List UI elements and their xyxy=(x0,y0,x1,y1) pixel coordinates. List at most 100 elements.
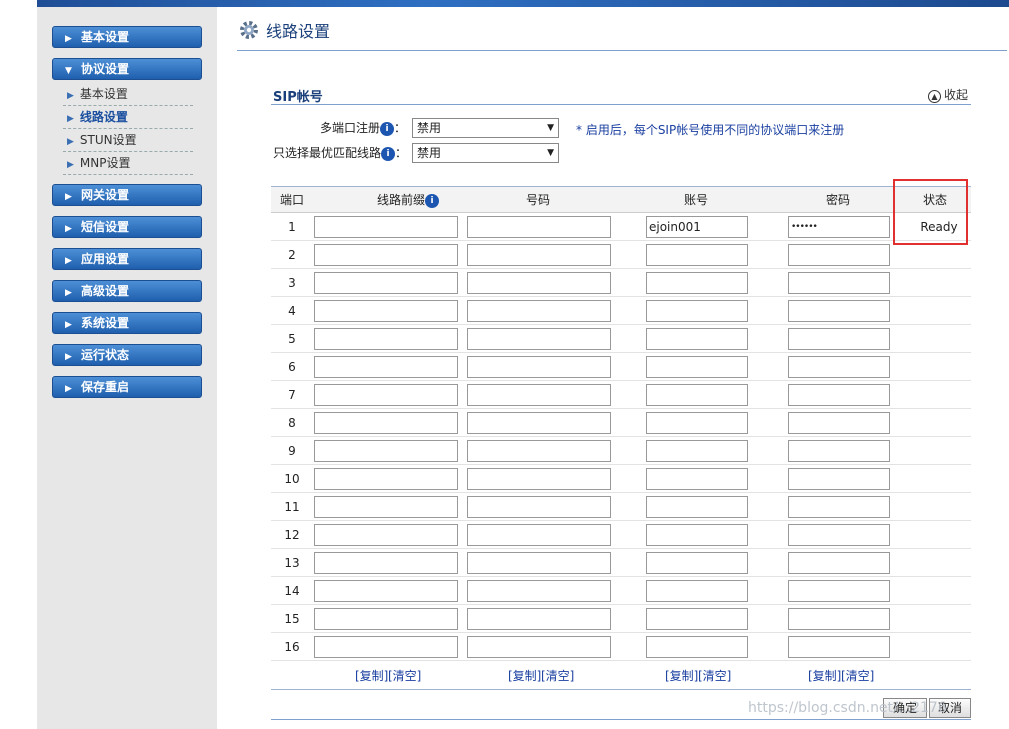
clear-number-link[interactable]: [清空] xyxy=(541,667,574,684)
nav-advanced-settings[interactable]: ▶ 高级设置 xyxy=(52,280,202,302)
number-input[interactable] xyxy=(467,552,611,574)
number-input[interactable] xyxy=(467,496,611,518)
account-input[interactable] xyxy=(646,552,748,574)
number-input[interactable] xyxy=(467,244,611,266)
prefix-input[interactable] xyxy=(314,524,458,546)
prefix-input[interactable] xyxy=(314,244,458,266)
sidebar: ▶ 基本设置 ▼ 协议设置 ▶ 基本设置 ▶ 线路设置 ▶ STUN设置 ▶ MNP设置 ▶… xyxy=(37,7,217,729)
account-input[interactable] xyxy=(646,328,748,350)
prefix-input[interactable] xyxy=(314,440,458,462)
prefix-input[interactable] xyxy=(314,216,458,238)
protocol-submenu: ▶ 基本设置 ▶ 线路设置 ▶ STUN设置 ▶ MNP设置 xyxy=(63,83,193,175)
password-input[interactable] xyxy=(788,412,890,434)
number-input[interactable] xyxy=(467,524,611,546)
clear-password-link[interactable]: [清空] xyxy=(841,667,874,684)
account-input[interactable] xyxy=(646,356,748,378)
prefix-input[interactable] xyxy=(314,384,458,406)
number-input[interactable] xyxy=(467,216,611,238)
copy-account-link[interactable]: [复制] xyxy=(665,667,698,684)
password-input[interactable] xyxy=(788,580,890,602)
password-input[interactable] xyxy=(788,356,890,378)
password-input[interactable] xyxy=(788,440,890,462)
number-input[interactable] xyxy=(467,440,611,462)
account-input[interactable] xyxy=(646,636,748,658)
password-input[interactable] xyxy=(788,636,890,658)
number-input[interactable] xyxy=(467,468,611,490)
account-input[interactable] xyxy=(646,580,748,602)
nav-gateway-settings[interactable]: ▶ 网关设置 xyxy=(52,184,202,206)
prefix-input[interactable] xyxy=(314,552,458,574)
status-cell xyxy=(899,297,979,324)
status-cell xyxy=(899,241,979,268)
clear-prefix-link[interactable]: [清空] xyxy=(388,667,421,684)
info-icon[interactable]: i xyxy=(380,122,395,136)
password-input[interactable]: •••••• xyxy=(788,216,890,238)
password-input[interactable] xyxy=(788,524,890,546)
account-input[interactable] xyxy=(646,384,748,406)
subnav-stun-settings[interactable]: ▶ STUN设置 xyxy=(63,129,193,152)
number-input[interactable] xyxy=(467,384,611,406)
table-row: 3 xyxy=(271,269,971,297)
prefix-input[interactable] xyxy=(314,412,458,434)
account-input[interactable] xyxy=(646,244,748,266)
clear-account-link[interactable]: [清空] xyxy=(698,667,731,684)
prefix-input[interactable] xyxy=(314,356,458,378)
password-input[interactable] xyxy=(788,552,890,574)
prefix-input[interactable] xyxy=(314,580,458,602)
collapse-toggle[interactable]: ▲ 收起 xyxy=(928,86,968,103)
prefix-input[interactable] xyxy=(314,328,458,350)
account-input[interactable]: ejoin001 xyxy=(646,216,748,238)
info-icon[interactable]: i xyxy=(381,147,396,161)
password-input[interactable] xyxy=(788,468,890,490)
multi-port-select[interactable]: 禁用 ▼ xyxy=(412,118,559,138)
password-input[interactable] xyxy=(788,272,890,294)
subnav-mnp-settings[interactable]: ▶ MNP设置 xyxy=(63,152,193,175)
account-input[interactable] xyxy=(646,608,748,630)
account-input[interactable] xyxy=(646,496,748,518)
port-cell: 8 xyxy=(288,416,296,430)
nav-app-settings[interactable]: ▶ 应用设置 xyxy=(52,248,202,270)
prefix-input[interactable] xyxy=(314,468,458,490)
nav-system-settings[interactable]: ▶ 系统设置 xyxy=(52,312,202,334)
header-port: 端口 xyxy=(279,193,304,207)
number-input[interactable] xyxy=(467,580,611,602)
nav-protocol-settings[interactable]: ▼ 协议设置 xyxy=(52,58,202,80)
nav-sms-settings[interactable]: ▶ 短信设置 xyxy=(52,216,202,238)
prefix-input[interactable] xyxy=(314,496,458,518)
nav-running-status[interactable]: ▶ 运行状态 xyxy=(52,344,202,366)
password-input[interactable] xyxy=(788,300,890,322)
subnav-basic-settings[interactable]: ▶ 基本设置 xyxy=(63,83,193,106)
password-input[interactable] xyxy=(788,244,890,266)
prefix-input[interactable] xyxy=(314,636,458,658)
port-cell: 13 xyxy=(284,556,300,570)
nav-basic-settings[interactable]: ▶ 基本设置 xyxy=(52,26,202,48)
password-input[interactable] xyxy=(788,384,890,406)
password-input[interactable] xyxy=(788,328,890,350)
prefix-input[interactable] xyxy=(314,608,458,630)
account-input[interactable] xyxy=(646,300,748,322)
number-input[interactable] xyxy=(467,608,611,630)
info-icon[interactable]: i xyxy=(425,194,439,208)
best-match-select[interactable]: 禁用 ▼ xyxy=(412,143,559,163)
bullet-icon: ▶ xyxy=(67,114,74,124)
number-input[interactable] xyxy=(467,272,611,294)
nav-save-restart[interactable]: ▶ 保存重启 xyxy=(52,376,202,398)
copy-prefix-link[interactable]: [复制] xyxy=(355,667,388,684)
subnav-line-settings[interactable]: ▶ 线路设置 xyxy=(63,106,193,129)
password-input[interactable] xyxy=(788,608,890,630)
account-input[interactable] xyxy=(646,272,748,294)
number-input[interactable] xyxy=(467,356,611,378)
account-input[interactable] xyxy=(646,440,748,462)
prefix-input[interactable] xyxy=(314,272,458,294)
number-input[interactable] xyxy=(467,328,611,350)
account-input[interactable] xyxy=(646,468,748,490)
number-input[interactable] xyxy=(467,636,611,658)
copy-number-link[interactable]: [复制] xyxy=(508,667,541,684)
number-input[interactable] xyxy=(467,412,611,434)
copy-password-link[interactable]: [复制] xyxy=(808,667,841,684)
account-input[interactable] xyxy=(646,524,748,546)
password-input[interactable] xyxy=(788,496,890,518)
prefix-input[interactable] xyxy=(314,300,458,322)
account-input[interactable] xyxy=(646,412,748,434)
number-input[interactable] xyxy=(467,300,611,322)
